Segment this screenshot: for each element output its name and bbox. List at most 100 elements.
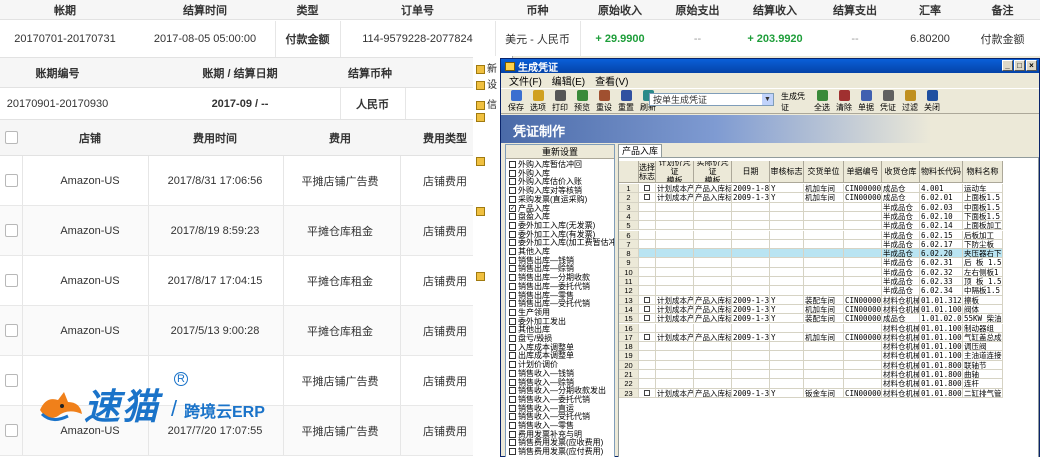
grid-cell[interactable] <box>639 267 656 277</box>
doc-type-item[interactable]: 销售出库—受托代销 <box>509 299 590 308</box>
document-button[interactable]: 单据 <box>855 89 877 113</box>
grid-row[interactable]: 16 材料仓机械01.01.100-00制动器组 <box>619 323 1003 333</box>
grid-row[interactable]: 17 计划成本产品产品入库标准2009-1-30Y机加车间CIN000006材料仓… <box>619 332 1003 343</box>
checkbox[interactable] <box>509 195 516 203</box>
checkbox[interactable] <box>509 300 516 308</box>
grid-col-header[interactable]: 计划价凭证 模板 <box>656 161 694 183</box>
grid-col-header[interactable]: 收货仓库 <box>882 161 920 183</box>
doc-type-item[interactable]: 销售出库—委托代销 <box>509 282 590 291</box>
grid-cell[interactable] <box>639 230 656 240</box>
checkbox[interactable] <box>509 361 516 369</box>
filter-button[interactable]: 过滤 <box>899 89 921 113</box>
checkbox[interactable] <box>509 378 516 386</box>
grid-col-header[interactable]: 物料名称 <box>963 161 1003 183</box>
grid-col-header[interactable] <box>619 161 639 183</box>
select-checkbox[interactable] <box>644 315 650 322</box>
restore-button[interactable]: 重置 <box>615 89 637 113</box>
row-checkbox[interactable] <box>0 256 22 305</box>
voucher-button[interactable]: 凭证 <box>877 89 899 113</box>
grid-cell[interactable] <box>639 295 656 305</box>
preview-button[interactable]: 预览 <box>571 89 593 113</box>
checkbox[interactable] <box>509 265 516 273</box>
doc-type-item[interactable]: 销售收入—委托代销 <box>509 395 590 404</box>
grid-cell[interactable] <box>639 342 656 352</box>
grid-row[interactable]: 1 计划成本产品产品入库标准2009-1-8Y机加车间CIN000001成品仓4.… <box>619 184 1003 194</box>
close-button[interactable]: × <box>1026 60 1037 71</box>
grid-row[interactable]: 21 材料仓机械01.01.800-10曲轴 <box>619 370 1003 380</box>
checkbox[interactable] <box>509 317 516 325</box>
checkbox[interactable] <box>509 448 516 456</box>
grid-row[interactable]: 23 计划成本产品产品入库标准2009-1-30Y钣金车间CIN000007材料仓… <box>619 388 1003 398</box>
grid-col-header[interactable]: 日期 <box>732 161 770 183</box>
grid-cell[interactable] <box>639 239 656 250</box>
checkbox[interactable] <box>509 221 516 229</box>
checkbox[interactable] <box>509 187 516 195</box>
grid-cell[interactable] <box>639 332 656 343</box>
grid-row[interactable]: 11 半成品仓 6.02.33 顶 板 1.5 <box>619 277 1003 287</box>
checkbox[interactable] <box>509 291 516 299</box>
print-button[interactable]: 打印 <box>549 89 571 113</box>
grid-row[interactable]: 15 计划成本产品产品入库标准2009-1-30Y装配车间CIN000005成品仓… <box>619 314 1003 324</box>
row-checkbox[interactable] <box>0 356 22 405</box>
doc-type-item[interactable]: 采购发票(直运采购) <box>509 195 587 204</box>
select-checkbox[interactable] <box>644 305 650 312</box>
checkbox[interactable] <box>509 248 516 255</box>
generate-voucher-button[interactable]: 生成凭证 <box>781 89 811 113</box>
checkbox[interactable] <box>509 239 516 247</box>
save-button[interactable]: 保存 <box>505 89 527 113</box>
checkbox[interactable] <box>509 335 516 342</box>
grid-cell[interactable] <box>639 351 656 361</box>
grid-row[interactable]: 10 半成品仓 6.02.32 左右侧板1 <box>619 267 1003 277</box>
grid-cell[interactable] <box>639 184 656 194</box>
grid-col-header[interactable]: 选择 标志 <box>639 161 656 183</box>
grid-col-header[interactable]: 单据编号 <box>844 161 882 183</box>
grid-row[interactable]: 5 半成品仓 6.02.14 上面板加工 <box>619 221 1003 231</box>
grid-row[interactable]: 14 计划成本产品产品入库标准2009-1-30Y机加车间CIN000004材料仓… <box>619 304 1003 315</box>
grid-row[interactable]: 9 半成品仓 6.02.31 后 板 1.5 <box>619 258 1003 268</box>
doc-type-item[interactable]: 盘盈入库 <box>509 212 550 221</box>
checkbox[interactable] <box>509 413 516 421</box>
menu-view[interactable]: 查看(V) <box>595 73 628 88</box>
grid-row[interactable]: 18 材料仓机械01.01.100-00调压阀 <box>619 342 1003 352</box>
menu-file[interactable]: 文件(F) <box>509 73 542 88</box>
grid-cell[interactable] <box>639 221 656 231</box>
doc-type-item[interactable]: 外购入库暂估冲回 <box>509 160 582 169</box>
checkbox[interactable] <box>509 282 516 290</box>
grid-row[interactable]: 20 材料仓机械01.01.800-10联轴节 <box>619 360 1003 370</box>
checkbox[interactable]: ✓ <box>509 204 516 212</box>
select-checkbox[interactable] <box>644 185 650 191</box>
grid-col-header[interactable]: 物料长代码 <box>920 161 963 183</box>
clear-button[interactable]: 清除 <box>833 89 855 113</box>
checkbox[interactable] <box>509 387 516 395</box>
settlement-data-row[interactable]: 20170701-20170731 2017-08-05 05:00:00 付款… <box>0 21 1040 58</box>
mode-select[interactable]: 按单生成凭证 ▼ <box>649 93 774 106</box>
doc-type-item[interactable]: 委外加工入库(无发票) <box>509 221 595 230</box>
grid-cell[interactable] <box>639 286 656 296</box>
grid-row[interactable]: 6 半成品仓 6.02.15 后板加工 <box>619 230 1003 240</box>
grid-row[interactable]: 13 计划成本产品产品入库标准2009-1-30Y装配车间CIN000003材料仓… <box>619 295 1003 305</box>
grid-col-header[interactable]: 交货单位 <box>804 161 844 183</box>
row-checkbox[interactable] <box>0 206 22 255</box>
options-button[interactable]: 选项 <box>527 89 549 113</box>
dialog-titlebar[interactable]: 生成凭证 _ □ × <box>501 59 1039 74</box>
grid-cell[interactable] <box>639 304 656 315</box>
doc-type-item[interactable]: 盘亏/毁损 <box>509 334 552 343</box>
grid-cell[interactable] <box>639 388 656 398</box>
checkbox[interactable] <box>509 404 516 412</box>
minimize-button[interactable]: _ <box>1002 60 1013 71</box>
grid-row[interactable]: 8 半成品仓 6.02.20 夹压器右下 <box>619 249 1003 259</box>
grid-cell[interactable] <box>639 258 656 268</box>
checkbox[interactable] <box>509 213 516 221</box>
grid-cell[interactable] <box>639 314 656 324</box>
doc-type-item[interactable]: 委外加工入库(加工费暂估冲 <box>509 238 614 247</box>
grid-cell[interactable] <box>639 370 656 380</box>
row-checkbox[interactable] <box>0 156 22 205</box>
grid-col-header[interactable]: 实际价凭证 模板 <box>694 161 732 183</box>
grid-cell[interactable] <box>639 277 656 287</box>
select-checkbox[interactable] <box>644 296 650 303</box>
checkbox[interactable] <box>509 439 516 447</box>
grid-col-header[interactable]: 审核标志 <box>770 161 804 183</box>
grid-cell[interactable] <box>639 211 656 222</box>
grid-cell[interactable] <box>639 249 656 259</box>
doc-type-item[interactable]: 销售出库—分期收款 <box>509 273 590 282</box>
